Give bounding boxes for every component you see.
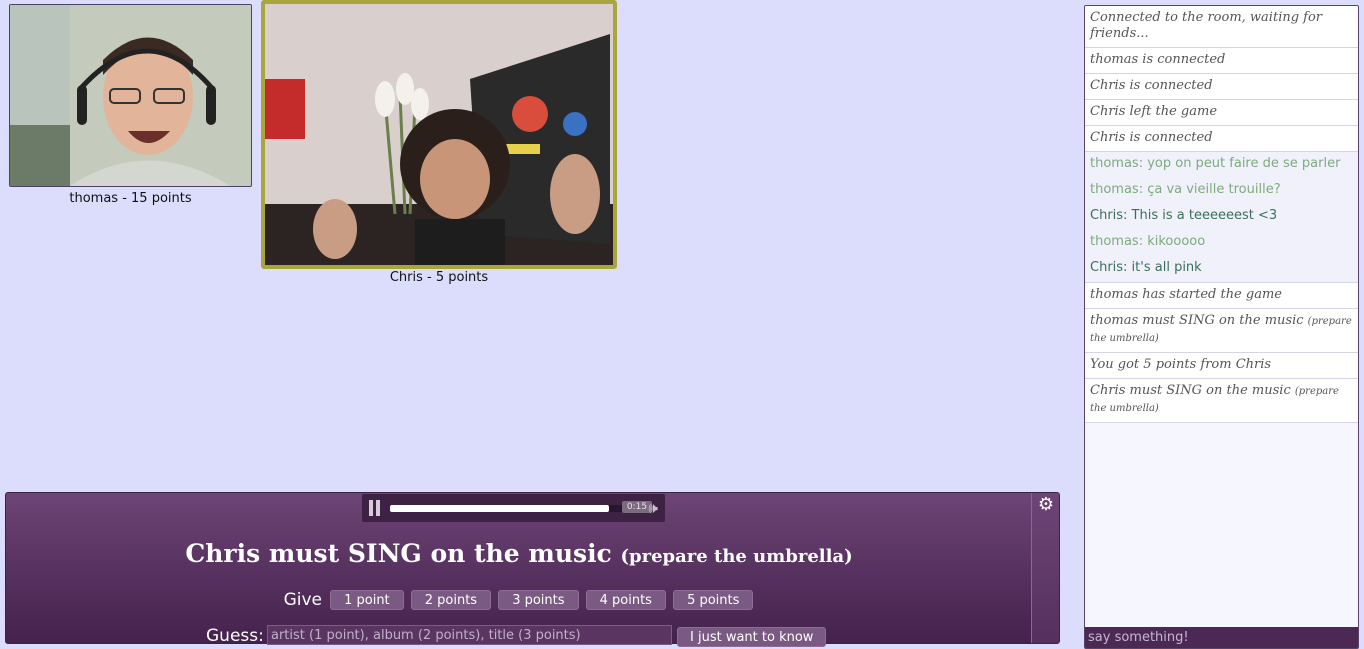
give-2-points-button[interactable]: 2 points (410, 589, 492, 610)
just-want-to-know-button[interactable]: I just want to know (677, 627, 827, 647)
chat-input[interactable] (1085, 627, 1358, 648)
chat-message: Chris is connected (1085, 126, 1358, 152)
gear-icon[interactable]: ⚙ (1038, 496, 1054, 514)
guess-label: Guess: (206, 626, 264, 646)
chat-message: Chris is connected (1085, 74, 1358, 100)
chat-message: thomas: ça va vieille trouille? (1085, 178, 1358, 204)
give-5-points-button[interactable]: 5 points (673, 589, 754, 610)
webcam-thomas-image (10, 5, 251, 186)
guess-input[interactable] (267, 625, 672, 645)
player-label-thomas: thomas - 15 points (69, 191, 192, 206)
chat-panel: Connected to the room, waiting for frien… (1084, 5, 1359, 649)
give-1-point-button[interactable]: 1 point (330, 589, 404, 610)
pause-icon[interactable] (369, 500, 381, 516)
chat-message: Chris: This is a teeeeeest <3 (1085, 204, 1358, 230)
chat-message: Chris left the game (1085, 100, 1358, 126)
chat-message: thomas has started the game (1085, 283, 1358, 309)
volume-icon[interactable]: 🕪 (649, 500, 658, 516)
video-chris (261, 0, 617, 269)
time-tooltip: 0:15 (622, 501, 652, 513)
player-label-chris: Chris - 5 points (389, 270, 489, 285)
task-heading: Chris must SING on the music (prepare th… (6, 539, 1032, 568)
panel-side: ⚙ (1031, 493, 1059, 643)
give-4-points-button[interactable]: 4 points (585, 589, 666, 610)
chat-message: thomas must SING on the music (prepare t… (1085, 309, 1358, 353)
webcam-chris-image (265, 4, 613, 265)
progress-fill (390, 505, 610, 512)
video-thomas (9, 4, 252, 187)
chat-message: thomas: kikooooo (1085, 230, 1358, 256)
game-panel: 0:15 🕪 Chris must SING on the music (pre… (5, 492, 1060, 647)
give-points-row: Give 1 point 2 points 3 points 4 points … (6, 589, 1032, 610)
chat-message: thomas is connected (1085, 48, 1358, 74)
progress-track[interactable]: 0:15 (390, 501, 652, 513)
task-main: Chris must SING on the music (185, 539, 612, 568)
chat-message: You got 5 points from Chris (1085, 353, 1358, 379)
give-label: Give (283, 589, 322, 610)
chat-message: Chris: it's all pink (1085, 256, 1358, 283)
chat-message: thomas: yop on peut faire de se parler (1085, 152, 1358, 178)
give-3-points-button[interactable]: 3 points (498, 589, 579, 610)
music-player: 0:15 🕪 (362, 494, 665, 522)
task-sub: (prepare the umbrella) (620, 546, 853, 567)
chat-message: Chris must SING on the music (prepare th… (1085, 379, 1358, 423)
chat-message: Connected to the room, waiting for frien… (1085, 6, 1358, 48)
